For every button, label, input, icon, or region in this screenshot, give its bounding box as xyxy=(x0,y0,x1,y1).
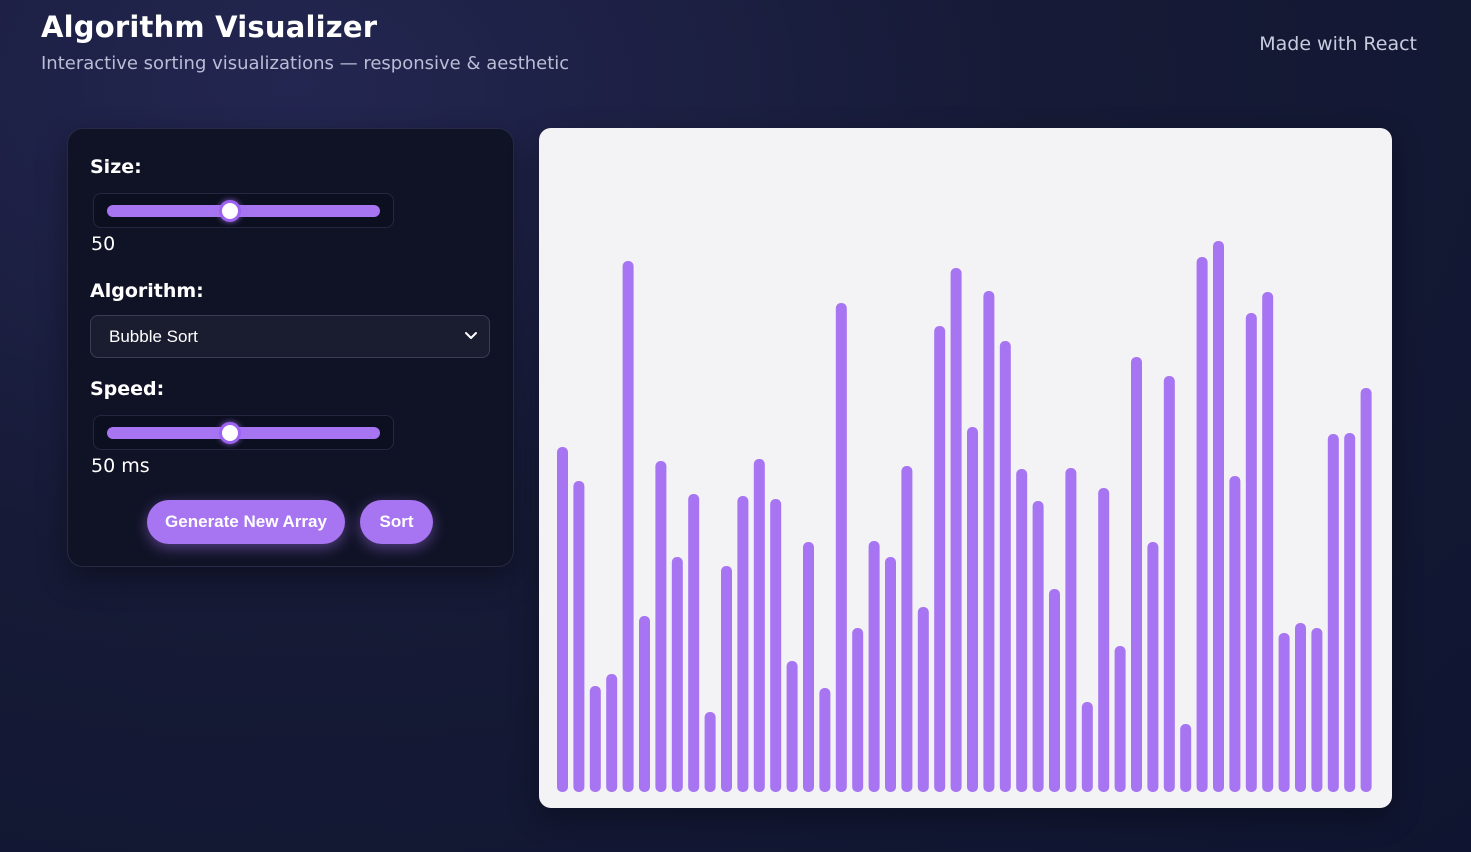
array-bar xyxy=(557,447,568,792)
array-bar xyxy=(688,494,700,792)
app-title: Algorithm Visualizer xyxy=(41,10,378,44)
array-bar xyxy=(1131,357,1142,792)
array-bar xyxy=(786,661,798,792)
array-bar xyxy=(1032,501,1044,792)
array-bar xyxy=(967,427,978,792)
size-slider-track[interactable] xyxy=(107,205,380,217)
array-bar xyxy=(1065,468,1077,792)
array-bar xyxy=(753,459,765,792)
array-bar xyxy=(819,688,831,792)
array-bar xyxy=(737,496,749,792)
array-bar xyxy=(934,326,946,792)
size-slider-thumb[interactable] xyxy=(218,200,241,222)
array-bar xyxy=(868,541,880,792)
bar-chart xyxy=(557,241,1372,792)
array-bar xyxy=(589,686,601,792)
algorithm-select[interactable]: Bubble Sort xyxy=(90,315,490,358)
array-bar xyxy=(622,261,634,792)
array-bar xyxy=(1360,388,1372,792)
size-value: 50 xyxy=(91,233,116,255)
sort-button[interactable]: Sort xyxy=(360,500,433,544)
size-label: Size: xyxy=(90,156,142,178)
array-bar xyxy=(721,566,732,792)
array-bar xyxy=(1114,646,1126,792)
generate-array-button[interactable]: Generate New Array xyxy=(147,500,345,544)
speed-slider-track[interactable] xyxy=(107,427,380,439)
array-bar xyxy=(1327,434,1339,792)
made-with-credit: Made with React xyxy=(1259,33,1417,55)
array-bar xyxy=(1245,313,1257,792)
array-bar xyxy=(983,291,995,792)
array-bar xyxy=(1295,623,1306,792)
size-slider[interactable] xyxy=(93,193,394,228)
array-bar xyxy=(573,481,585,792)
array-bar xyxy=(917,607,929,792)
array-bar xyxy=(901,466,913,792)
array-bar xyxy=(671,557,683,792)
array-bar xyxy=(1278,633,1290,792)
array-bar xyxy=(885,557,896,792)
array-bar xyxy=(639,616,650,792)
speed-slider[interactable] xyxy=(93,415,394,450)
array-bar xyxy=(1163,376,1175,792)
array-bar xyxy=(1229,476,1241,792)
array-bar xyxy=(770,499,782,792)
array-bar xyxy=(1081,702,1093,792)
array-bar xyxy=(704,712,716,792)
array-bar xyxy=(606,674,618,792)
array-bar xyxy=(1098,488,1110,792)
speed-value: 50 ms xyxy=(91,455,150,477)
app-subtitle: Interactive sorting visualizations — res… xyxy=(41,53,570,74)
array-bar xyxy=(1262,292,1274,792)
array-bar xyxy=(999,341,1011,792)
array-bar xyxy=(803,542,814,792)
speed-label: Speed: xyxy=(90,378,165,400)
array-bar xyxy=(1180,724,1192,792)
algorithm-label: Algorithm: xyxy=(90,280,204,302)
array-bar xyxy=(1196,257,1208,792)
array-bar xyxy=(852,628,864,792)
array-bar xyxy=(1344,433,1356,792)
array-bar xyxy=(1147,542,1159,792)
speed-slider-thumb[interactable] xyxy=(218,422,241,444)
array-bar xyxy=(1213,241,1224,792)
array-bar xyxy=(950,268,962,792)
array-bar xyxy=(1016,469,1028,792)
controls-panel: Size: 50 Algorithm: Bubble Sort Speed: 5… xyxy=(67,128,514,567)
chevron-down-icon xyxy=(465,332,477,339)
array-bar xyxy=(1049,589,1060,792)
bar-chart-panel xyxy=(539,128,1392,808)
array-bar xyxy=(1311,628,1323,792)
array-bar xyxy=(655,461,667,792)
array-bar xyxy=(835,303,847,792)
algorithm-selected-value: Bubble Sort xyxy=(109,327,198,346)
